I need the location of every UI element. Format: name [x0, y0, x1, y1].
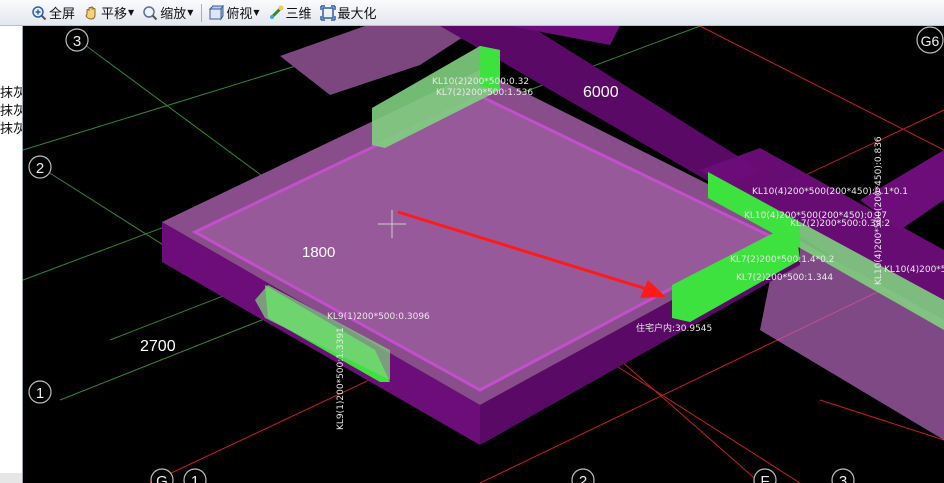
left-property-panel: 抹灰 抹灰 抹灰 — [0, 26, 23, 483]
maximize-icon — [319, 4, 336, 21]
zoom-label: 缩放 — [160, 7, 187, 22]
pan-hand-icon — [83, 5, 99, 21]
zoom-full-icon — [31, 5, 47, 21]
dimension-2700: 2700 — [140, 338, 176, 355]
top-view-icon — [208, 3, 225, 21]
3d-view-label: 三维 — [285, 7, 312, 22]
beam-label: KL10(4)200*500 — [884, 265, 944, 275]
view-toolbar: 全屏 平移 ▼ 缩放 ▼ 俯视 ▼ 三维 最大化 — [0, 0, 944, 26]
svg-text:2: 2 — [579, 473, 587, 483]
zoom-dropdown-icon[interactable]: ▼ — [187, 8, 193, 17]
top-view-label: 俯视 — [226, 7, 253, 22]
top-view-dropdown-icon[interactable]: ▼ — [253, 8, 259, 17]
maximize-label: 最大化 — [337, 7, 377, 22]
toolbar-separator — [201, 3, 203, 22]
beam-label: KL7(2)200*500:1.4*0.2 — [730, 255, 834, 265]
left-panel-scrollbar[interactable] — [0, 473, 22, 483]
beam-label: KL10(4)200*500(200*450):0.1*0.1 — [752, 187, 908, 197]
zoom-button[interactable]: 缩放 ▼ — [139, 2, 196, 24]
svg-text:3: 3 — [839, 473, 847, 483]
beam-label-vertical: KL9(1)200*500:1.3391 — [336, 327, 346, 430]
list-item[interactable]: 抹灰 — [0, 118, 22, 137]
pan-label: 平移 — [101, 7, 128, 22]
svg-text:G6: G6 — [921, 33, 940, 49]
dimension-1800: 1800 — [302, 244, 335, 261]
3d-model-viewport[interactable]: 3 2 1 G6 G 1 2 F 3 6000 1800 2700 KL10(2… — [23, 26, 944, 483]
3d-view-icon — [268, 5, 284, 21]
dimension-6000: 6000 — [583, 84, 619, 101]
svg-text:3: 3 — [73, 33, 81, 50]
fullscreen-label: 全屏 — [49, 7, 76, 22]
svg-text:G: G — [156, 473, 168, 483]
fullscreen-button[interactable]: 全屏 — [28, 2, 78, 24]
pan-dropdown-icon[interactable]: ▼ — [128, 8, 134, 17]
svg-text:1: 1 — [191, 473, 199, 483]
beam-label: KL7(2)200*500:1.344 — [736, 273, 833, 283]
beam-label-vertical: KL10(4)200*500(200*450):0.836 — [874, 136, 884, 285]
axis-marker-1-left: 1 — [28, 380, 52, 404]
zoom-icon — [142, 5, 158, 21]
axis-marker-2-left: 2 — [28, 155, 52, 179]
top-view-button[interactable]: 俯视 ▼ — [205, 2, 262, 24]
maximize-button[interactable]: 最大化 — [317, 2, 380, 24]
room-label: 住宅户内:30.9545 — [636, 322, 712, 334]
list-item[interactable]: 抹灰 — [0, 82, 22, 101]
pan-button[interactable]: 平移 ▼ — [80, 2, 137, 24]
list-item[interactable]: 抹灰 — [0, 100, 22, 119]
3d-view-button[interactable]: 三维 — [265, 2, 315, 24]
svg-text:F: F — [760, 473, 769, 483]
beam-label: KL10(2)200*500:0.32 — [432, 77, 529, 87]
svg-text:2: 2 — [36, 160, 44, 177]
beam-label: KL7(2)200*500:1.536 — [436, 88, 533, 98]
axis-marker-3-top: 3 — [65, 28, 89, 52]
beam-label: KL9(1)200*500:0.3096 — [327, 312, 430, 322]
axis-marker-g6: G6 — [916, 26, 944, 54]
svg-text:1: 1 — [36, 385, 44, 402]
